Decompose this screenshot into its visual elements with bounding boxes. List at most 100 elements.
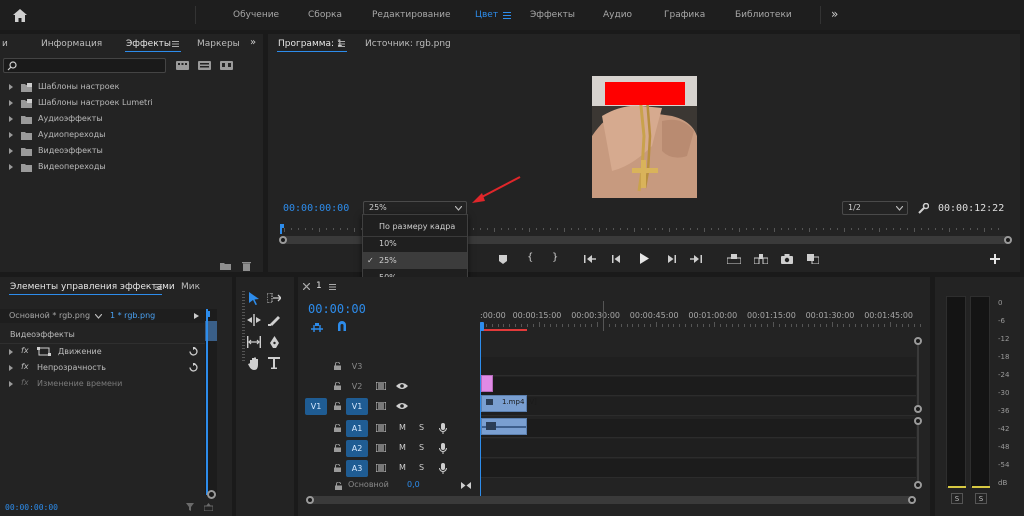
resolution-select[interactable]: 1/2 xyxy=(842,201,908,215)
chevron-right-icon[interactable] xyxy=(9,349,13,355)
add-marker-icon[interactable] xyxy=(497,253,509,265)
master-volume-value[interactable]: 0,0 xyxy=(407,480,420,489)
workspace-tab-graphics[interactable]: Графика xyxy=(664,0,705,30)
workspace-tab-libraries[interactable]: Библиотеки xyxy=(735,0,792,30)
chevron-right-icon[interactable] xyxy=(9,100,13,106)
sync-lock-icon[interactable] xyxy=(376,464,386,472)
effects-tree-item[interactable]: Аудиоэффекты xyxy=(0,111,263,127)
step-back-icon[interactable] xyxy=(610,253,624,265)
tab-effect-controls[interactable]: Элементы управления эффектами xyxy=(10,282,175,292)
lock-icon[interactable] xyxy=(334,402,341,410)
tab-program[interactable]: Программа: 1 xyxy=(278,39,343,49)
wrench-icon[interactable] xyxy=(916,201,930,215)
camera-icon[interactable] xyxy=(780,252,794,265)
tab-sequence-1[interactable]: 1 xyxy=(316,281,322,291)
snap-icon[interactable] xyxy=(336,320,348,332)
chevron-down-icon[interactable] xyxy=(94,313,102,319)
workspace-tab-learning[interactable]: Обучение xyxy=(233,0,279,30)
razor-tool-icon[interactable] xyxy=(266,312,282,328)
effect-controls-scroll-handle[interactable] xyxy=(207,490,216,499)
microphone-icon[interactable] xyxy=(439,423,447,434)
motion-transform-icon[interactable] xyxy=(37,347,51,356)
timeline-vertical-scroll-audio[interactable] xyxy=(914,417,922,489)
zoom-option[interactable]: По размеру кадра xyxy=(363,218,467,235)
effect-row[interactable]: fx Изменение времени xyxy=(0,376,205,392)
mark-out-button[interactable]: } xyxy=(552,252,558,263)
new-bin-icon[interactable] xyxy=(219,261,231,271)
track-target-v1[interactable]: V1 xyxy=(346,398,368,415)
track-lane[interactable] xyxy=(480,357,916,376)
sync-lock-icon[interactable] xyxy=(376,402,386,410)
mute-button[interactable]: M xyxy=(399,423,406,432)
export-icon[interactable] xyxy=(203,502,213,512)
timeline-vertical-scroll-video[interactable] xyxy=(914,337,922,413)
solo-left-button[interactable]: S xyxy=(951,493,963,504)
step-forward-icon[interactable] xyxy=(664,253,678,265)
nest-sequence-icon[interactable] xyxy=(310,321,324,333)
fx-badge[interactable]: fx xyxy=(21,362,29,371)
workspace-menu-icon[interactable] xyxy=(502,10,512,20)
tab-source[interactable]: Источник: rgb.png xyxy=(365,39,451,49)
clip-v1-video[interactable]: 1.mp4 [V] xyxy=(481,395,537,412)
chevron-right-icon[interactable] xyxy=(9,164,13,170)
solo-button[interactable]: S xyxy=(419,463,424,472)
tab-info[interactable]: Информация xyxy=(41,39,102,49)
type-tool-icon[interactable] xyxy=(266,355,282,371)
lock-icon[interactable] xyxy=(334,481,342,490)
effects-tree-item[interactable]: Шаблоны настроек xyxy=(0,79,263,95)
effect-row[interactable]: fx Непрозрачность xyxy=(0,360,205,376)
lock-icon[interactable] xyxy=(334,382,341,390)
chevron-right-icon[interactable] xyxy=(9,116,13,122)
chevron-right-icon[interactable] xyxy=(9,381,13,387)
solo-button[interactable]: S xyxy=(419,443,424,452)
eye-icon[interactable] xyxy=(396,382,408,390)
sync-lock-icon[interactable] xyxy=(376,444,386,452)
workspace-tab-assembly[interactable]: Сборка xyxy=(308,0,342,30)
microphone-icon[interactable] xyxy=(439,463,447,474)
ripple-edit-tool-icon[interactable] xyxy=(246,312,262,328)
go-to-out-icon[interactable] xyxy=(689,253,703,265)
clip-a1-audio[interactable] xyxy=(481,418,527,435)
lock-icon[interactable] xyxy=(334,464,341,472)
lock-icon[interactable] xyxy=(334,444,341,452)
clip-v2-image[interactable] xyxy=(481,375,493,392)
bowtie-icon[interactable] xyxy=(460,481,472,490)
slip-tool-icon[interactable] xyxy=(246,334,262,350)
mute-button[interactable]: M xyxy=(399,443,406,452)
fx-badge[interactable]: fx xyxy=(21,346,29,355)
zoom-option[interactable]: 10% xyxy=(363,235,467,252)
chevron-right-icon[interactable] xyxy=(9,365,13,371)
32bit-effects-icon[interactable] xyxy=(197,59,211,71)
reset-icon[interactable] xyxy=(188,347,198,356)
track-target-v2[interactable]: V2 xyxy=(346,378,368,395)
lock-icon[interactable] xyxy=(334,362,341,370)
tab-effects-menu-icon[interactable] xyxy=(171,40,179,48)
playhead-timecode[interactable]: 00:00:00:00 xyxy=(283,203,349,214)
mark-in-button[interactable]: { xyxy=(527,252,533,263)
filter-icon[interactable] xyxy=(185,502,195,512)
comparison-view-icon[interactable] xyxy=(806,252,820,265)
track-lane[interactable] xyxy=(480,459,916,478)
clip-name-label[interactable]: 1 * rgb.png xyxy=(110,311,155,320)
effects-tree-item[interactable]: Шаблоны настроек Lumetri xyxy=(0,95,263,111)
track-target-v3[interactable]: V3 xyxy=(346,358,368,375)
workspace-tab-effects[interactable]: Эффекты xyxy=(530,0,575,30)
solo-button[interactable]: S xyxy=(419,423,424,432)
search-input[interactable] xyxy=(3,58,166,73)
add-button-icon[interactable] xyxy=(988,252,1002,266)
reset-icon[interactable] xyxy=(188,363,198,372)
track-target-a1[interactable]: A1 xyxy=(346,420,368,437)
play-triangle-icon[interactable] xyxy=(194,313,199,319)
sync-lock-icon[interactable] xyxy=(376,382,386,390)
playhead-line[interactable] xyxy=(480,329,481,497)
more-workspaces-button[interactable]: » xyxy=(831,0,838,30)
zoom-option[interactable]: 25% ✓ xyxy=(363,252,467,269)
mute-button[interactable]: M xyxy=(399,463,406,472)
zoom-level-select[interactable]: 25% xyxy=(363,201,467,215)
effect-controls-menu-icon[interactable] xyxy=(154,283,162,291)
track-lane[interactable] xyxy=(480,397,916,416)
tab-audio-mixer[interactable]: Мик xyxy=(181,282,200,292)
home-icon[interactable] xyxy=(10,6,30,24)
more-tabs-button[interactable]: » xyxy=(250,37,256,48)
chevron-right-icon[interactable] xyxy=(9,84,13,90)
